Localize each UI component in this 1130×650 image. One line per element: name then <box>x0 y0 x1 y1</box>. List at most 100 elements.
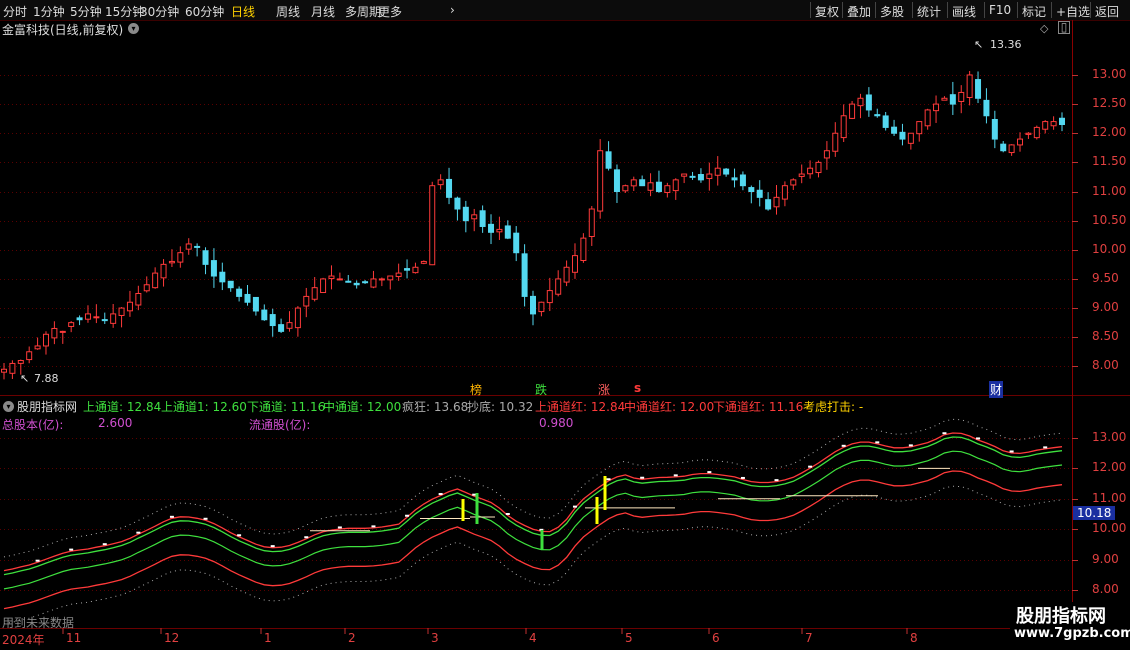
candle-body <box>210 260 217 277</box>
candle-body <box>580 237 587 261</box>
candle-body <box>152 272 159 289</box>
indicator-bottom-line <box>3 485 1063 625</box>
indicator-peak-mark <box>774 479 779 482</box>
candle-body <box>571 255 578 273</box>
candle-body <box>781 185 788 200</box>
candle-body <box>496 228 503 233</box>
event-bang-marker[interactable]: 榜 <box>470 381 482 398</box>
candle-body <box>328 275 335 280</box>
time-axis-tick: 12 <box>164 631 180 645</box>
candle-body <box>874 114 881 117</box>
price-axis-tick: 11.00 <box>1092 183 1127 198</box>
price-axis-tick: 11.50 <box>1092 154 1127 169</box>
candle-body <box>882 115 889 128</box>
candle-body <box>84 313 91 320</box>
candle-body <box>59 330 66 333</box>
candle-body <box>924 109 931 127</box>
candle-body <box>1059 117 1065 126</box>
candle-body <box>706 173 713 180</box>
indicator-peak-mark <box>841 444 846 447</box>
time-axis-tick: 11 <box>66 631 82 645</box>
candle-body <box>278 324 285 332</box>
indicator-peak-mark <box>1009 450 1014 453</box>
watermark-logo: 股朋指标网 www.7gpzb.com <box>1010 602 1130 646</box>
low-arrow-icon: ↖ <box>20 372 30 385</box>
time-axis-tick: 7 <box>805 631 813 645</box>
event-zhang-marker[interactable]: 涨 <box>598 381 610 398</box>
indicator-lower-red-line <box>3 470 1063 610</box>
candle-body <box>244 293 251 303</box>
candle-body <box>269 314 276 327</box>
price-axis-tick: 10.00 <box>1092 241 1127 256</box>
candle-body <box>160 263 167 279</box>
total-shares-label: 总股本(亿): <box>2 418 64 432</box>
candle-body <box>135 293 142 306</box>
indicator-upper-red-line <box>3 432 1063 572</box>
high-price-label: 13.36 <box>990 38 1022 51</box>
candle-body <box>345 280 352 283</box>
indicator-peak-mark <box>270 545 275 548</box>
price-axis-tick: 9.00 <box>1092 300 1119 315</box>
candle-body <box>110 313 117 324</box>
indicator-peak-mark <box>304 536 309 539</box>
candle-body <box>588 208 595 237</box>
indicator-peak-mark <box>337 526 342 529</box>
time-axis-tick: 5 <box>625 631 633 645</box>
indicator-peak-mark <box>740 476 745 479</box>
candle-body <box>1042 121 1049 130</box>
event-die-marker[interactable]: 跌 <box>535 381 547 398</box>
candle-body <box>681 173 688 177</box>
event-cai-marker[interactable]: 财 <box>989 381 1004 398</box>
candle-body <box>26 351 33 361</box>
candle-body <box>857 97 864 107</box>
watermark-title: 股朋指标网 <box>1016 606 1106 627</box>
candle-body <box>538 301 545 313</box>
indicator-value-2: 下通道: 11.16 <box>247 400 326 414</box>
candle-body <box>353 282 360 286</box>
time-axis-tick: 3 <box>431 631 439 645</box>
candle-body <box>395 272 402 278</box>
time-axis-tick: 1 <box>264 631 272 645</box>
candle-body <box>765 199 772 210</box>
indicator-peak-mark <box>405 514 410 517</box>
candle-body <box>1 368 7 373</box>
candle-body <box>899 131 906 140</box>
candle-body <box>1025 132 1032 135</box>
candle-body <box>714 167 721 176</box>
indicator-value-9: 考虑打击: - <box>803 400 864 414</box>
candle-body <box>916 121 923 135</box>
float-shares-value: 0.980 <box>539 416 574 430</box>
indicator-peak-mark <box>875 441 880 444</box>
indicator-menu-icon[interactable]: ▾ <box>3 401 14 412</box>
candle-body <box>387 275 394 281</box>
candle-body <box>294 307 301 329</box>
candle-body <box>655 181 662 193</box>
candle-body <box>177 252 184 263</box>
candle-body <box>798 173 805 177</box>
indicator-peak-mark <box>1043 446 1048 449</box>
indicator-value-7: 中通道红: 12.00 <box>624 400 715 414</box>
indicator-name[interactable]: 股朋指标网 <box>17 398 77 415</box>
event-s-marker[interactable]: s <box>634 381 641 395</box>
candle-body <box>488 223 495 233</box>
time-axis-tick: 2024年 <box>2 633 45 647</box>
candle-body <box>227 280 234 289</box>
candle-body <box>429 185 436 266</box>
candle-body <box>546 290 553 304</box>
indicator-value-8: 下通道红: 11.16 <box>713 400 804 414</box>
candle-body <box>975 79 982 99</box>
candle-body <box>311 287 318 300</box>
indicator-value-5: 抄底: 10.32 <box>467 400 534 414</box>
candle-body <box>933 103 940 112</box>
candlestick-chart <box>0 20 1130 634</box>
candle-body <box>756 189 763 198</box>
candle-body <box>412 266 419 274</box>
indicator-peak-mark <box>136 531 141 534</box>
price-axis-tick: 9.50 <box>1092 270 1119 285</box>
candle-body <box>807 167 814 175</box>
candle-body <box>664 185 671 194</box>
price-axis-tick: 13.00 <box>1092 66 1127 81</box>
candle-body <box>76 317 83 321</box>
indicator-peak-mark <box>606 478 611 481</box>
float-shares-label: 流通股(亿): <box>249 418 311 432</box>
